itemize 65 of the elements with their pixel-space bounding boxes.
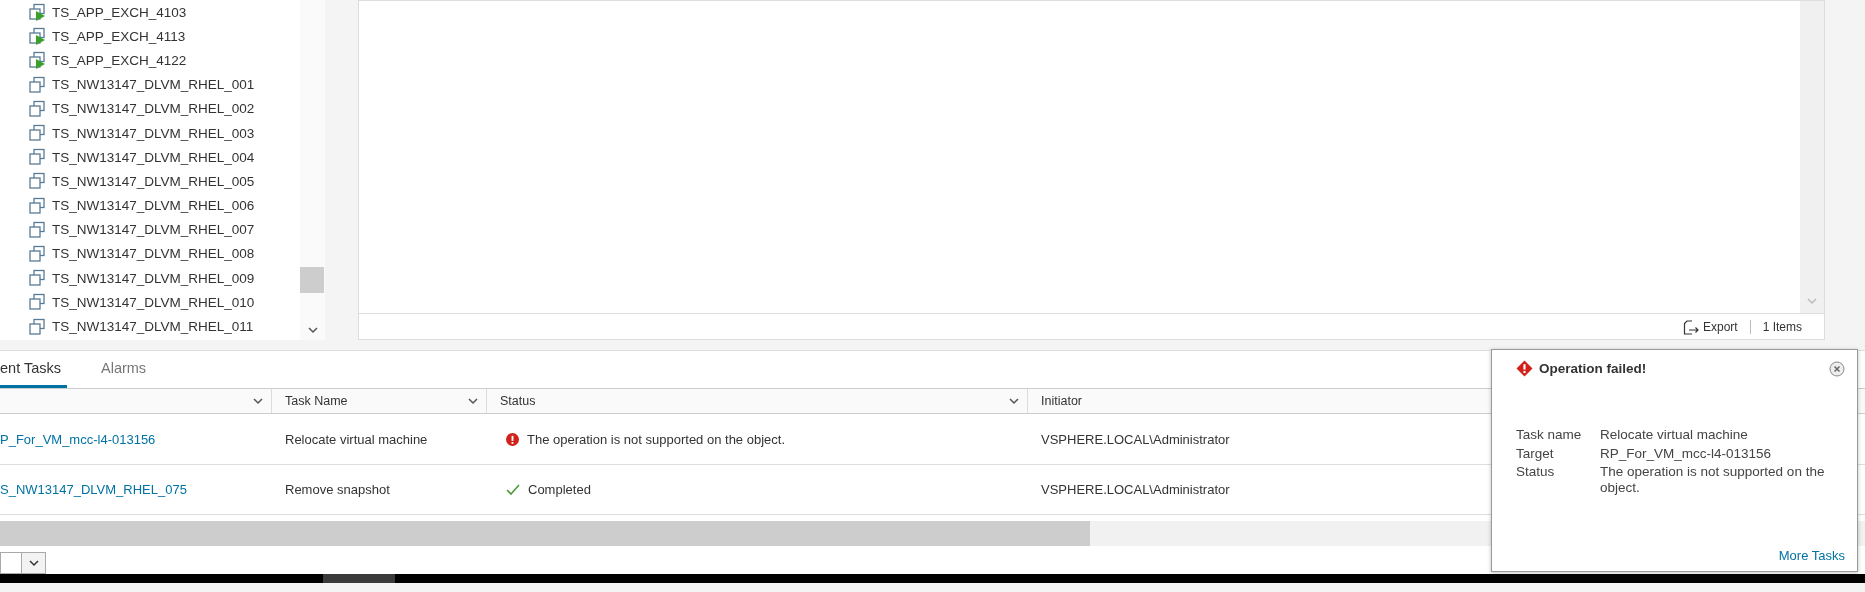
vm-icon — [28, 75, 46, 94]
tree-item[interactable]: TS_NW13147_DLVM_RHEL_003 — [52, 125, 255, 141]
tree-item[interactable]: TS_NW13147_DLVM_RHEL_009 — [52, 270, 255, 286]
check-icon — [506, 483, 520, 496]
target-link[interactable]: P_For_VM_mcc-l4-013156 — [0, 431, 156, 447]
more-tasks-link[interactable]: More Tasks — [1778, 548, 1845, 563]
close-icon — [1829, 360, 1845, 377]
tree-item[interactable]: TS_NW13147_DLVM_RHEL_002 — [52, 101, 255, 117]
table-cell: Relocate virtual machine — [285, 431, 428, 447]
item-count: 1 Items — [1762, 319, 1802, 334]
running-vm-icon — [28, 51, 46, 70]
detail-label: Status — [1516, 464, 1556, 482]
tree-item[interactable]: TS_NW13147_DLVM_RHEL_008 — [52, 246, 255, 262]
notification-title: Operation failed! — [1539, 361, 1647, 376]
vm-icon — [28, 293, 46, 312]
running-vm-icon — [28, 3, 46, 22]
vm-icon — [28, 196, 46, 215]
tab[interactable]: Alarms — [101, 351, 153, 388]
tree-item[interactable]: TS_NW13147_DLVM_RHEL_004 — [52, 149, 255, 165]
scroll-down-icon — [307, 327, 318, 334]
scroll-down-icon — [1807, 298, 1817, 305]
running-vm-icon — [28, 27, 46, 46]
status-text: Completed — [528, 482, 591, 498]
error-icon — [1516, 360, 1533, 377]
vm-icon — [28, 148, 46, 167]
error-icon — [506, 432, 519, 446]
tree-item[interactable]: TS_NW13147_DLVM_RHEL_007 — [52, 222, 255, 238]
vm-icon — [28, 124, 46, 143]
column-header[interactable]: Initiator — [1028, 388, 1865, 414]
export-icon — [1682, 318, 1699, 335]
vm-icon — [28, 172, 46, 191]
dropdown-icon — [28, 559, 39, 567]
tree-item[interactable]: TS_APP_EXCH_4103 — [52, 4, 187, 20]
close-button[interactable] — [1829, 360, 1845, 377]
taskbar-item[interactable] — [323, 574, 395, 583]
tree-item[interactable]: TS_NW13147_DLVM_RHEL_005 — [52, 173, 255, 189]
scrollbar-thumb[interactable] — [300, 267, 324, 293]
tree-item[interactable]: TS_NW13147_DLVM_RHEL_001 — [52, 77, 255, 93]
detail-label: Task name — [1516, 427, 1583, 443]
tree-item[interactable]: TS_NW13147_DLVM_RHEL_010 — [52, 294, 255, 310]
column-menu-icon — [1009, 397, 1019, 405]
detail-value: The operation is not supported on the object. — [1600, 464, 1826, 496]
vm-icon — [28, 244, 46, 263]
status-text: The operation is not supported on the object. — [527, 431, 785, 447]
target-link[interactable]: S_NW13147_DLVM_RHEL_075 — [0, 482, 187, 498]
vm-icon — [28, 269, 46, 288]
detail-value: RP_For_VM_mcc-l4-013156 — [1600, 445, 1773, 462]
export-button[interactable]: Export — [1682, 318, 1738, 335]
tree-item[interactable]: TS_NW13147_DLVM_RHEL_011 — [52, 319, 254, 335]
column-header[interactable]: Task Name — [272, 388, 487, 414]
tree-item[interactable]: TS_NW13147_DLVM_RHEL_006 — [52, 198, 255, 214]
detail-label: Target — [1516, 445, 1555, 462]
vm-icon — [28, 220, 46, 239]
table-cell: VSPHERE.LOCAL\Administrator — [1041, 431, 1230, 447]
table-cell: Remove snapshot — [285, 482, 390, 498]
tree-item[interactable]: TS_APP_EXCH_4113 — [52, 28, 186, 44]
tree-item[interactable]: TS_APP_EXCH_4122 — [52, 52, 187, 68]
vm-icon — [28, 317, 46, 336]
column-menu-icon — [253, 397, 263, 405]
vm-icon — [28, 99, 46, 118]
column-header[interactable]: Status — [487, 388, 1028, 414]
table-cell: VSPHERE.LOCAL\Administrator — [1041, 482, 1230, 498]
page-size-select[interactable] — [0, 552, 46, 575]
detail-value: Relocate virtual machine — [1600, 427, 1749, 443]
column-menu-icon — [468, 397, 478, 405]
